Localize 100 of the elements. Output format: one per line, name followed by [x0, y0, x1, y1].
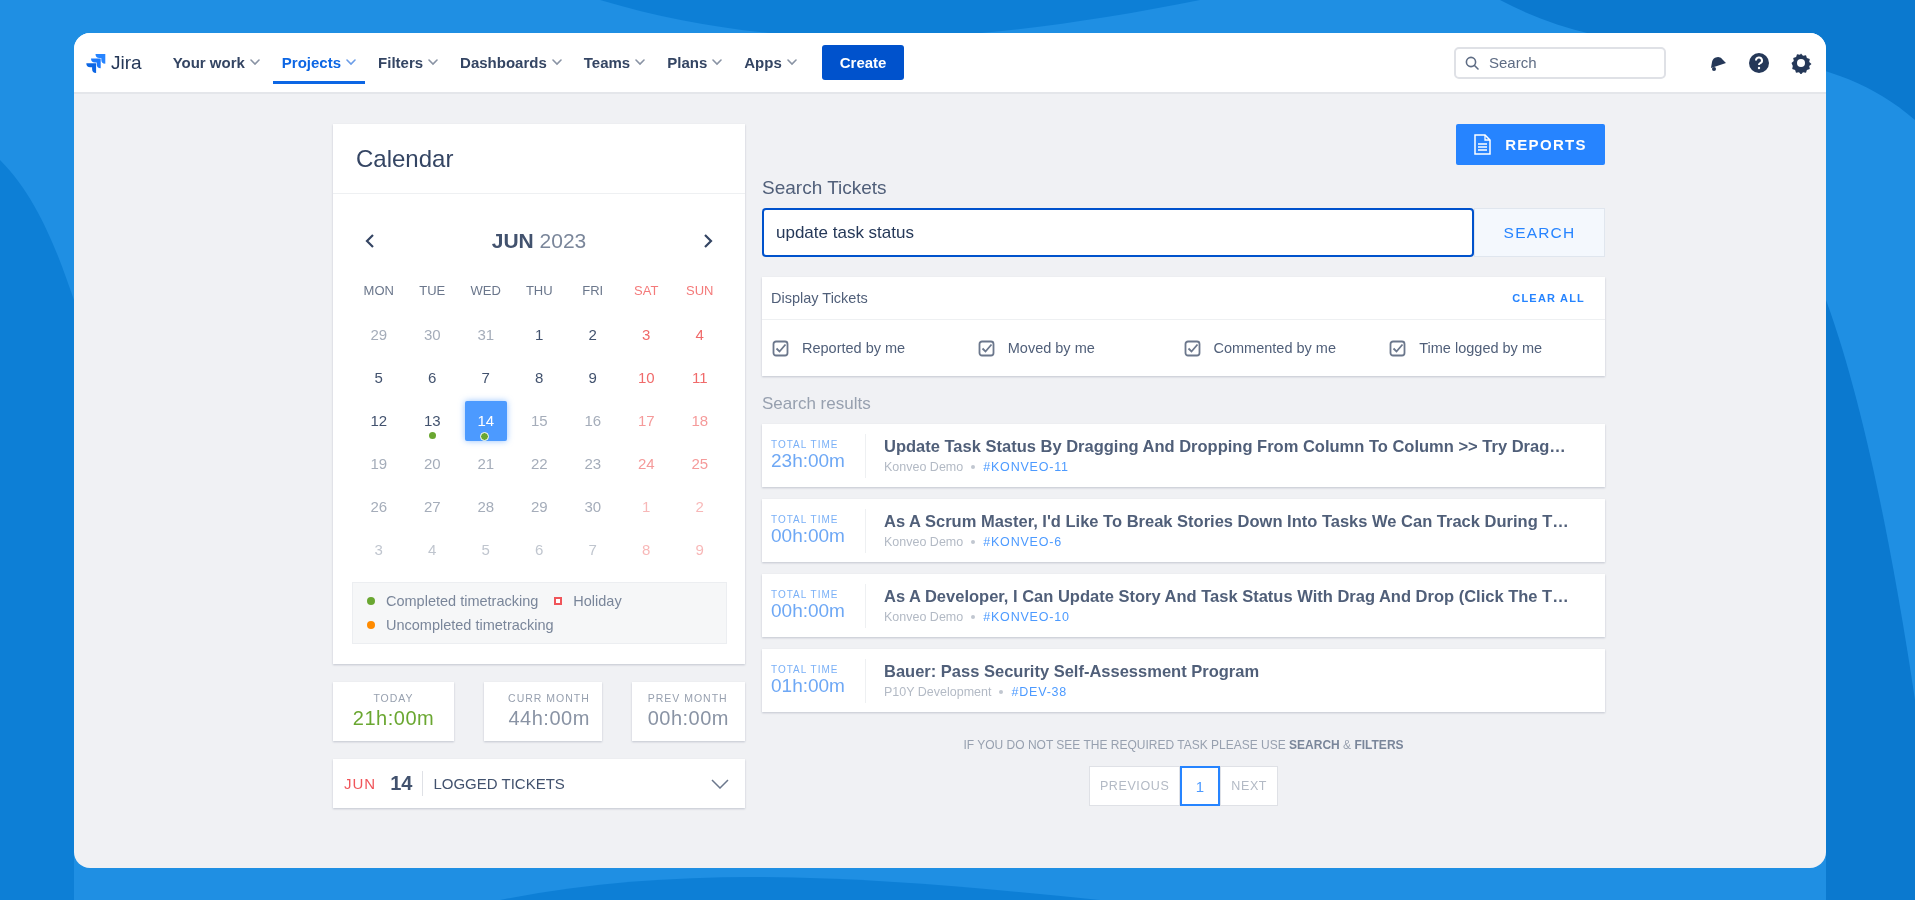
calendar-day[interactable]: 10: [625, 357, 668, 398]
calendar-day[interactable]: 12: [357, 400, 400, 441]
project-name: Konveo Demo: [884, 535, 964, 549]
filter-checkbox[interactable]: Reported by me: [772, 339, 978, 357]
month-year-label: JUN 2023: [491, 229, 587, 253]
calendar-day[interactable]: 4: [678, 314, 721, 355]
ticket-title: Update Task Status By Dragging And Dropping From Column To Column >> Try Drag…: [884, 437, 1566, 456]
time-value: 00h:00m: [771, 600, 846, 622]
calendar-day[interactable]: 14: [464, 400, 507, 441]
nav-menu-item[interactable]: Dashboards: [451, 41, 571, 84]
section-title: Search Tickets: [762, 177, 888, 199]
search-field[interactable]: update task status: [762, 208, 1474, 257]
filter-checkbox[interactable]: Moved by me: [977, 339, 1184, 357]
time-value: 44h:00m: [508, 707, 590, 730]
ticket-key-link[interactable]: #KONVEO-6: [983, 535, 1062, 549]
ticket-key-link[interactable]: #KONVEO-11: [983, 460, 1069, 474]
result-card[interactable]: TOTAL TIME 01h:00m Bauer: Pass Security Self-Assessment Program P10Y Development #DEV-38: [762, 649, 1605, 712]
nav-menu-item[interactable]: Filters: [369, 41, 448, 84]
calendar-day[interactable]: 1: [518, 314, 561, 355]
search-field[interactable]: Search: [1454, 46, 1666, 79]
calendar-day[interactable]: 8: [518, 357, 561, 398]
bullet-dot: [999, 690, 1004, 694]
result-card[interactable]: TOTAL TIME 00h:00m As A Scrum Master, I'd Like To Break Stories Down Into Tasks We Can Track During T… Konveo Demo #KONVEO-6: [762, 499, 1605, 562]
project-name: Konveo Demo: [884, 610, 964, 624]
logged-tickets-label: LOGGED TICKETS: [433, 775, 566, 792]
chevron-down-icon: [635, 59, 646, 66]
nav-menu-item[interactable]: Projects: [272, 41, 366, 84]
panel-title: Display Tickets: [771, 290, 868, 306]
calendar-title: Calendar: [356, 144, 454, 173]
stat-label: TODAY: [373, 692, 414, 704]
search-button[interactable]: SEARCH: [1474, 208, 1605, 257]
stat-label: CURR MONTH: [508, 692, 590, 704]
calendar-day[interactable]: 9: [571, 357, 614, 398]
ticket-key-link[interactable]: #KONVEO-10: [983, 610, 1070, 624]
chevron-down-icon: [346, 59, 357, 66]
calendar-day[interactable]: 11: [678, 357, 721, 398]
document-icon: [1474, 134, 1492, 155]
project-name: P10Y Development: [884, 685, 992, 699]
weekday-label: TUE: [418, 282, 447, 298]
nav-menu-item[interactable]: Teams: [574, 41, 655, 84]
chevron-down-icon: [712, 59, 723, 66]
ticket-key-link[interactable]: #DEV-38: [1011, 685, 1068, 699]
time-value: 00h:00m: [771, 525, 846, 547]
calendar-day[interactable]: 6: [411, 357, 454, 398]
nav-menu-item[interactable]: Apps: [735, 41, 806, 84]
bullet-dot: [971, 540, 976, 544]
calendar-day[interactable]: 5: [357, 357, 400, 398]
jira-logo-icon: [86, 52, 106, 73]
previous-button[interactable]: PREVIOUS: [1088, 766, 1181, 806]
ticket-title: Bauer: Pass Security Self-Assessment Program: [884, 662, 1260, 681]
weekday-label: WED: [469, 282, 502, 298]
time-label: TOTAL TIME: [771, 439, 840, 450]
time-value: 00h:00m: [647, 707, 729, 730]
month-label: JUN: [344, 775, 377, 792]
reports-button[interactable]: REPORTS: [1456, 124, 1605, 165]
chevron-left-icon[interactable]: [365, 233, 375, 249]
time-value: 23h:00m: [771, 450, 846, 472]
bullet-dot: [971, 615, 976, 619]
calendar-day[interactable]: 3: [625, 314, 668, 355]
stat-label: PREV MONTH: [647, 692, 729, 704]
weekday-label: SUN: [685, 282, 715, 298]
chevron-right-icon[interactable]: [703, 233, 713, 249]
time-label: TOTAL TIME: [771, 664, 840, 675]
time-value: 01h:00m: [771, 675, 846, 697]
app-name: Jira: [111, 51, 142, 74]
clear-all-link[interactable]: CLEAR ALL: [1506, 291, 1591, 305]
weekday-label: THU: [524, 282, 554, 298]
project-name: Konveo Demo: [884, 460, 964, 474]
help-icon[interactable]: [1748, 51, 1770, 74]
section-title: Search results: [762, 394, 872, 414]
weekday-label: FRI: [581, 282, 605, 298]
bullet-dot: [971, 465, 976, 469]
weekday-label: SAT: [633, 282, 660, 298]
nav-menu-item[interactable]: Plans: [658, 41, 732, 84]
chevron-down-icon[interactable]: [711, 778, 729, 789]
ticket-title: As A Developer, I Can Update Story And Task Status With Drag And Drop (Click The T…: [884, 587, 1569, 606]
create-button[interactable]: Create: [821, 45, 905, 80]
hint-text: IF YOU DO NOT SEE THE REQUIRED TASK PLEASE USE SEARCH & FILTERS: [963, 738, 1404, 752]
result-card[interactable]: TOTAL TIME 00h:00m As A Developer, I Can Update Story And Task Status With Drag And Drop (Click The T… Konveo Demo #KONVEO-10: [762, 574, 1605, 637]
chevron-down-icon: [786, 59, 797, 66]
chevron-down-icon: [428, 59, 439, 66]
chevron-down-icon: [551, 59, 562, 66]
day-number: 14: [390, 772, 413, 795]
next-button[interactable]: NEXT: [1220, 766, 1279, 806]
legend-label: Holiday: [573, 593, 622, 609]
legend-label: Completed timetracking: [386, 593, 539, 609]
calendar-day[interactable]: 13: [411, 400, 454, 441]
settings-icon[interactable]: [1790, 51, 1812, 74]
time-label: TOTAL TIME: [771, 514, 840, 525]
legend-label: Uncompleted timetracking: [386, 617, 554, 633]
page-button[interactable]: 1: [1180, 766, 1221, 806]
filter-checkbox[interactable]: Commented by me: [1183, 339, 1390, 357]
calendar-day[interactable]: 7: [464, 357, 507, 398]
result-card[interactable]: TOTAL TIME 23h:00m Update Task Status By Dragging And Dropping From Column To Column >> Try Drag… Konveo Demo #KONVEO-11: [762, 424, 1605, 487]
filter-checkbox[interactable]: Time logged by me: [1389, 339, 1595, 357]
time-label: TOTAL TIME: [771, 589, 840, 600]
nav-menu-item[interactable]: Your work: [163, 41, 269, 84]
ticket-title: As A Scrum Master, I'd Like To Break Stories Down Into Tasks We Can Track During T…: [884, 512, 1569, 531]
calendar-day[interactable]: 2: [571, 314, 614, 355]
search-icon: [1465, 55, 1479, 70]
